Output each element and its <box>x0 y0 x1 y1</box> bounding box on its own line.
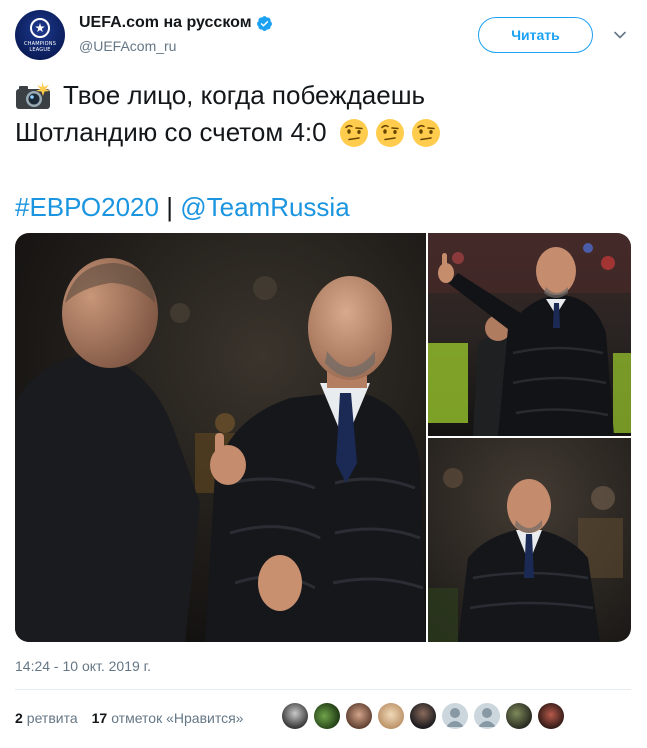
liker-avatar[interactable] <box>410 703 436 729</box>
author-handle[interactable]: @UEFAcom_ru <box>79 38 176 54</box>
face-with-raised-eyebrow-icon <box>411 118 440 147</box>
liker-avatar[interactable] <box>506 703 532 729</box>
author-avatar[interactable]: CHAMPIONS LEAGUE <box>15 10 65 60</box>
tweet-line-2: Шотландию со счетом 4:0 <box>15 114 635 151</box>
champions-league-star-icon <box>30 18 50 38</box>
tweet-tags: #ЕВРО2020 | @TeamRussia <box>15 189 350 226</box>
likes-count[interactable]: 17 <box>92 710 108 726</box>
default-avatar-icon <box>478 708 496 727</box>
retweets-count[interactable]: 2 <box>15 710 23 726</box>
tweet-timestamp[interactable]: 14:24 - 10 окт. 2019 г. <box>15 658 151 674</box>
mention-link[interactable]: @TeamRussia <box>180 192 349 222</box>
photo-2[interactable] <box>428 233 631 436</box>
photo-3-image <box>428 438 631 642</box>
tweet-header: CHAMPIONS LEAGUE UEFA.com на русском @UE… <box>15 10 635 62</box>
liker-avatar[interactable] <box>378 703 404 729</box>
tweet-line-1: Твое лицо, когда побеждаешь <box>15 77 635 114</box>
tweet-text: Твое лицо, когда побеждаешь Шотландию со… <box>15 77 635 151</box>
liker-avatar[interactable] <box>538 703 564 729</box>
likes-label[interactable]: отметок «Нравится» <box>111 710 243 726</box>
default-avatar-icon <box>446 708 464 727</box>
photo-1[interactable] <box>15 233 426 642</box>
liker-avatar[interactable] <box>282 703 308 729</box>
tweet-stats: 2 ретвита 17 отметок «Нравится» <box>15 703 243 733</box>
avatar-text-league: LEAGUE <box>29 47 51 53</box>
liker-avatar-default[interactable] <box>474 703 500 729</box>
camera-flash-icon <box>16 81 50 109</box>
tweet-line-1-text: Твое лицо, когда побеждаешь <box>63 80 426 110</box>
face-with-raised-eyebrow-icon <box>375 118 404 147</box>
retweets-label[interactable]: ретвита <box>27 710 78 726</box>
liker-avatars <box>282 703 570 729</box>
chevron-down-icon[interactable] <box>613 28 627 42</box>
liker-avatar[interactable] <box>346 703 372 729</box>
liker-avatar-default[interactable] <box>442 703 468 729</box>
liker-avatar[interactable] <box>314 703 340 729</box>
photo-1-image <box>15 233 426 642</box>
photo-2-image <box>428 233 631 436</box>
verified-badge-icon <box>256 15 272 31</box>
hashtag-link[interactable]: #ЕВРО2020 <box>15 192 159 222</box>
follow-button[interactable]: Читать <box>478 17 593 53</box>
author-display-name[interactable]: UEFA.com на русском <box>79 14 252 32</box>
tag-separator: | <box>166 192 173 222</box>
photo-3[interactable] <box>428 438 631 642</box>
author-name-row: UEFA.com на русском <box>79 14 273 32</box>
media-grid <box>15 233 631 642</box>
face-with-raised-eyebrow-icon <box>339 118 368 147</box>
tweet-line-2-text: Шотландию со счетом 4:0 <box>15 117 327 147</box>
divider <box>15 689 631 690</box>
